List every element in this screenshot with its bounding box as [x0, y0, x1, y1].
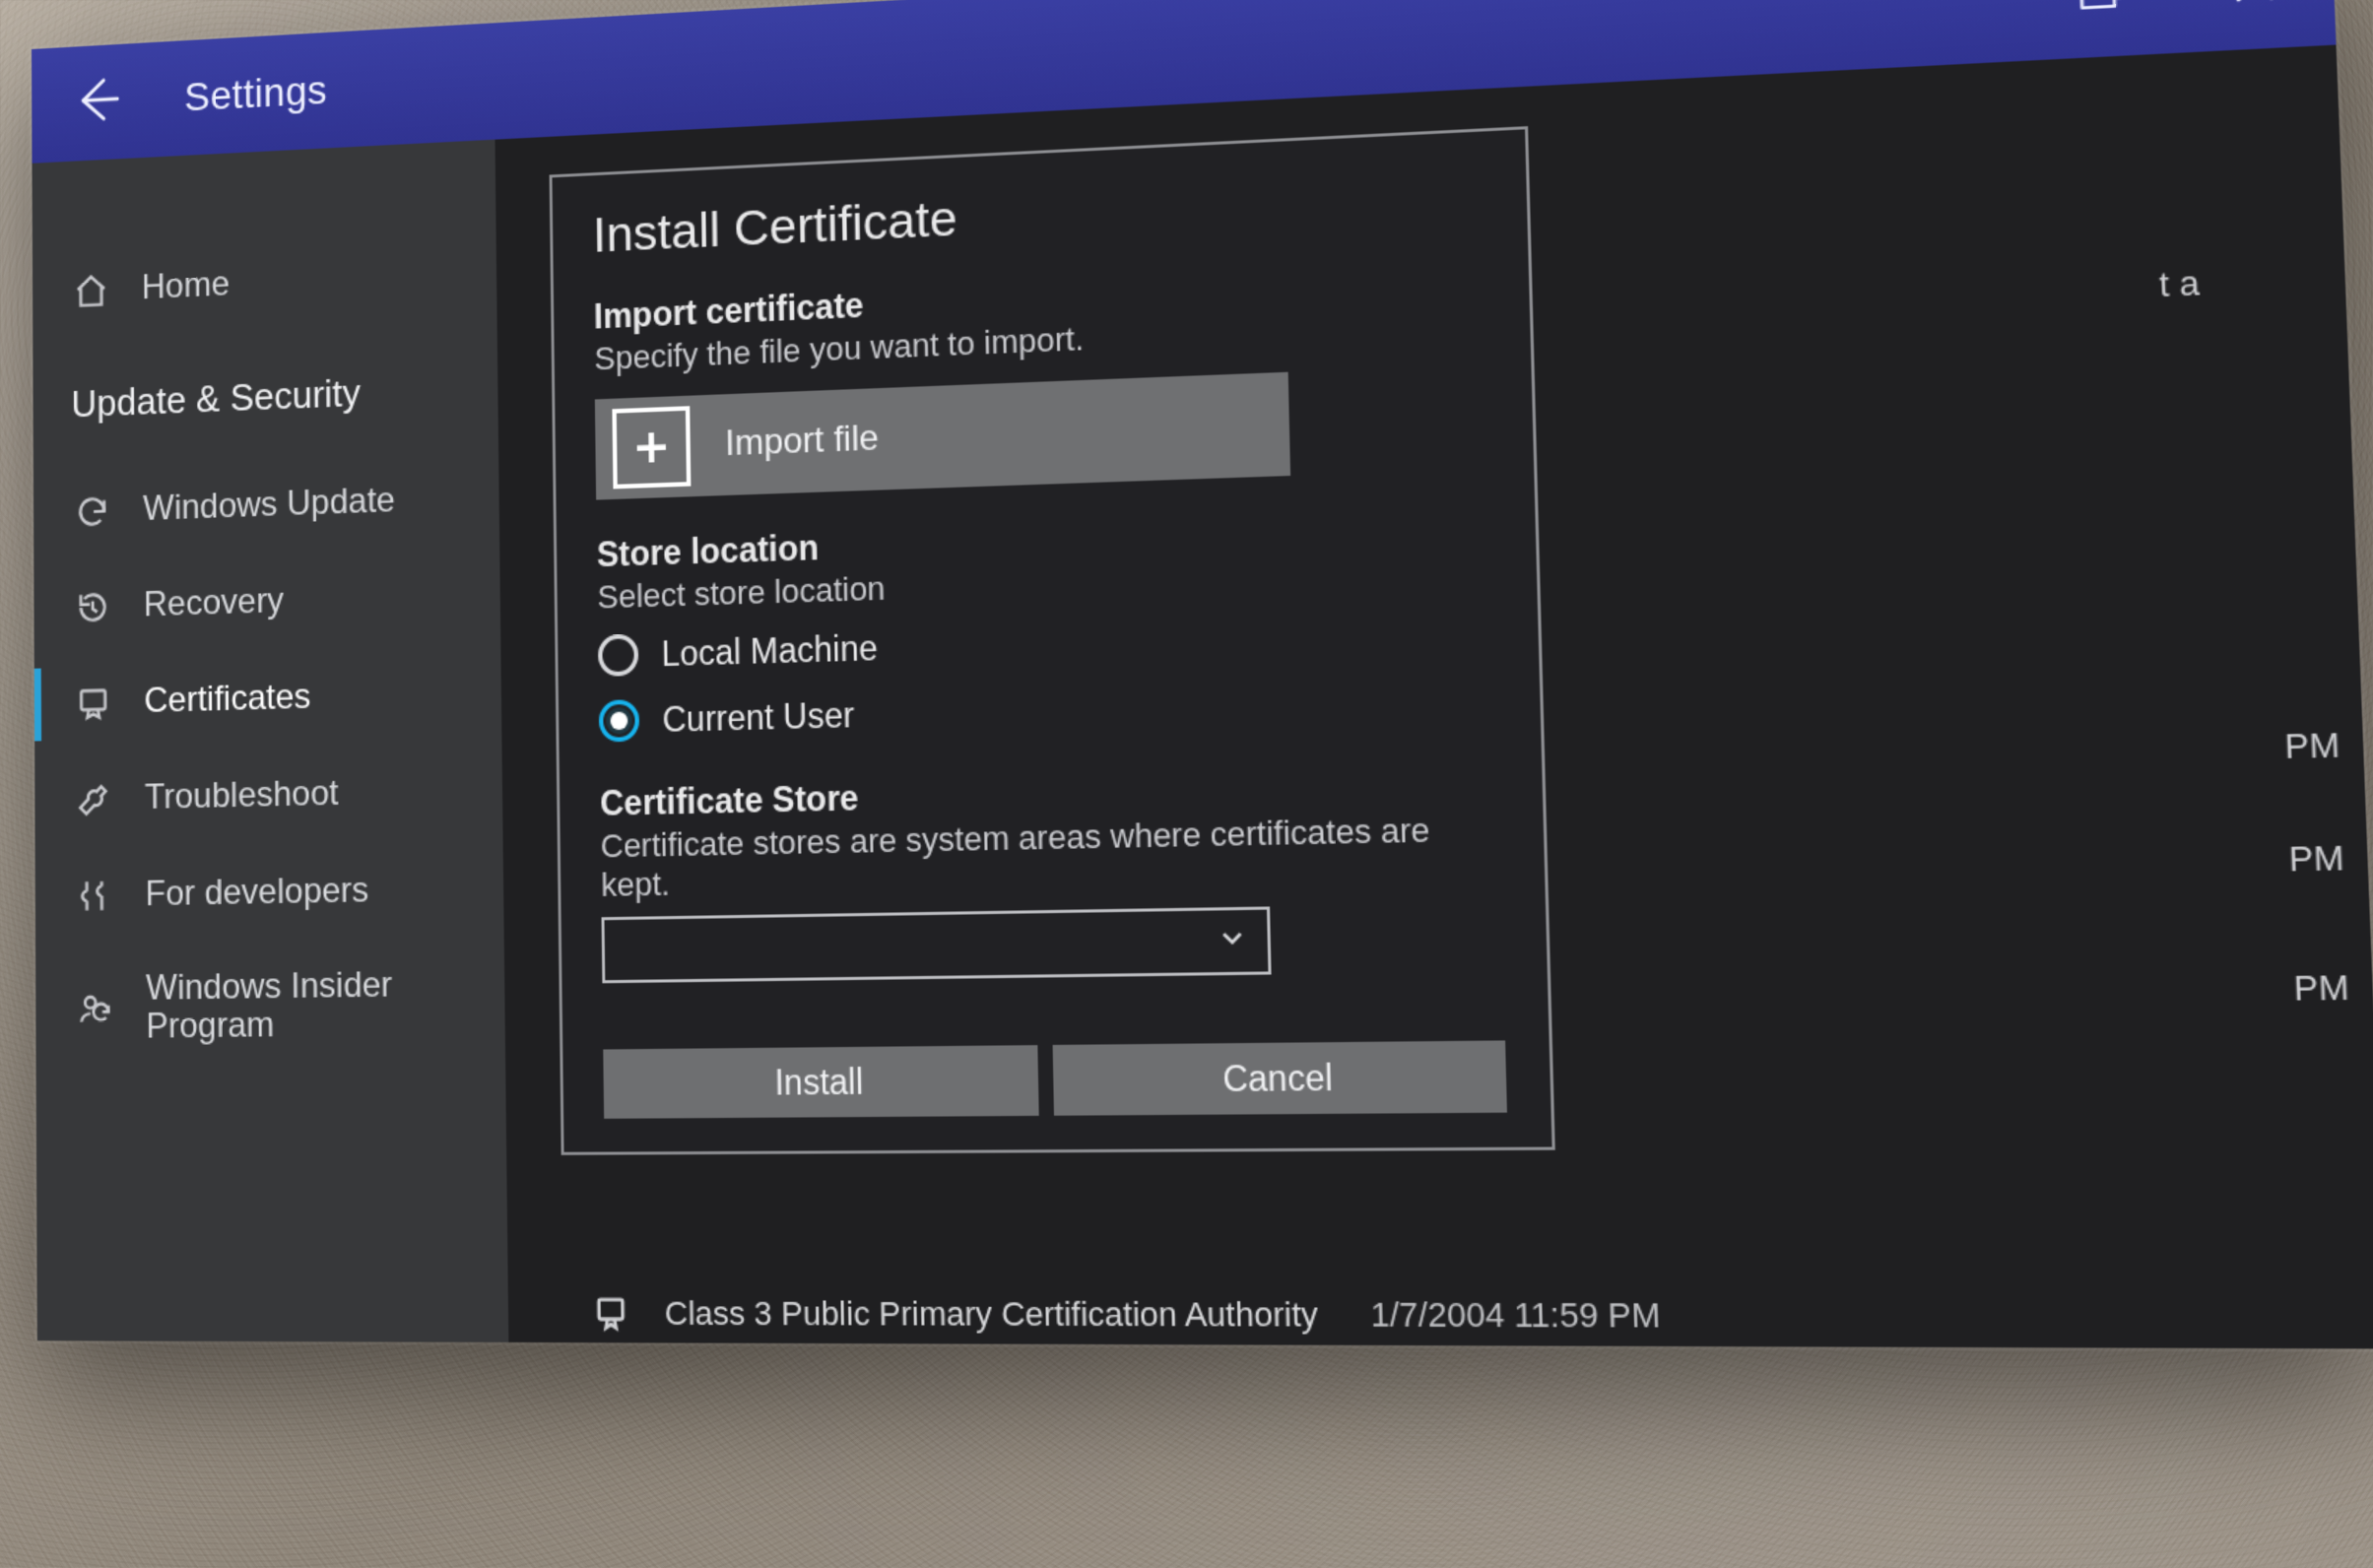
- import-file-button[interactable]: Import file: [595, 372, 1290, 500]
- install-button[interactable]: Install: [603, 1045, 1038, 1119]
- history-icon: [72, 585, 113, 629]
- cert-store-dropdown[interactable]: [602, 906, 1272, 983]
- radio-icon: [598, 634, 638, 677]
- chevron-down-icon: [1216, 920, 1250, 962]
- sidebar-item-windows-insider[interactable]: Windows Insider Program: [35, 939, 505, 1076]
- dialog-title: Install Certificate: [592, 165, 1483, 266]
- window-title: Settings: [184, 67, 327, 121]
- cancel-button-label: Cancel: [1222, 1057, 1334, 1099]
- sidebar-item-label: Troubleshoot: [145, 775, 339, 818]
- sidebar-home[interactable]: Home: [33, 225, 497, 341]
- person-sync-icon: [74, 987, 115, 1031]
- sidebar-section-label: Update & Security: [33, 321, 498, 466]
- radio-label: Current User: [662, 694, 854, 740]
- home-icon: [71, 269, 112, 314]
- tools-icon: [74, 874, 115, 918]
- cert-store-selected-value: [623, 942, 1217, 950]
- sidebar-item-label: Windows Update: [143, 482, 395, 529]
- sync-icon: [72, 490, 113, 535]
- sidebar-item-label: Recovery: [144, 582, 285, 624]
- certificate-list-row[interactable]: Class 3 Public Primary Certification Aut…: [586, 1288, 1662, 1343]
- back-button[interactable]: [56, 57, 138, 148]
- install-certificate-dialog: Install Certificate Import certificate S…: [550, 126, 1555, 1155]
- sidebar-item-for-developers[interactable]: For developers: [35, 840, 504, 946]
- plus-icon: [612, 406, 691, 489]
- behind-text-fragment: t a: [2158, 263, 2200, 305]
- sidebar-item-label: For developers: [145, 872, 368, 914]
- cert-store-description: Certificate stores are system areas wher…: [600, 810, 1501, 905]
- radio-label: Local Machine: [661, 627, 878, 674]
- settings-window: Settings: [32, 0, 2373, 1348]
- close-window-button[interactable]: [2204, 0, 2306, 35]
- content-area: t a PM PM PM Class 3 Public Primary Cert…: [495, 45, 2373, 1349]
- sidebar-item-label: Windows Insider Program: [146, 966, 455, 1048]
- certificate-row-timestamp: 1/7/2004 11:59 PM: [1370, 1295, 1661, 1337]
- back-arrow-icon: [70, 69, 125, 136]
- sidebar-item-troubleshoot[interactable]: Troubleshoot: [34, 742, 502, 849]
- behind-timestamp-pm: PM: [2273, 725, 2340, 768]
- wrench-icon: [73, 777, 114, 821]
- radio-icon: [599, 699, 639, 742]
- restore-window-icon: [2067, 0, 2134, 32]
- certificate-row-name: Class 3 Public Primary Certification Aut…: [664, 1294, 1318, 1336]
- restore-window-button[interactable]: [2051, 0, 2151, 43]
- import-file-label: Import file: [725, 419, 880, 466]
- close-icon: [2220, 0, 2289, 23]
- sidebar-home-label: Home: [142, 264, 231, 308]
- cancel-button[interactable]: Cancel: [1053, 1040, 1507, 1115]
- behind-timestamp-pm: PM: [2276, 838, 2345, 882]
- sidebar-item-recovery[interactable]: Recovery: [33, 546, 500, 657]
- behind-timestamp-pm: PM: [2281, 967, 2350, 1011]
- certificate-row-icon: [586, 1288, 636, 1339]
- sidebar-item-certificates[interactable]: Certificates: [34, 644, 502, 753]
- sidebar-item-windows-update[interactable]: Windows Update: [33, 449, 499, 561]
- install-button-label: Install: [774, 1062, 864, 1103]
- sidebar: Home Update & Security Windows Update Re…: [33, 140, 509, 1342]
- sidebar-item-label: Certificates: [144, 679, 310, 722]
- certificate-icon: [73, 681, 114, 725]
